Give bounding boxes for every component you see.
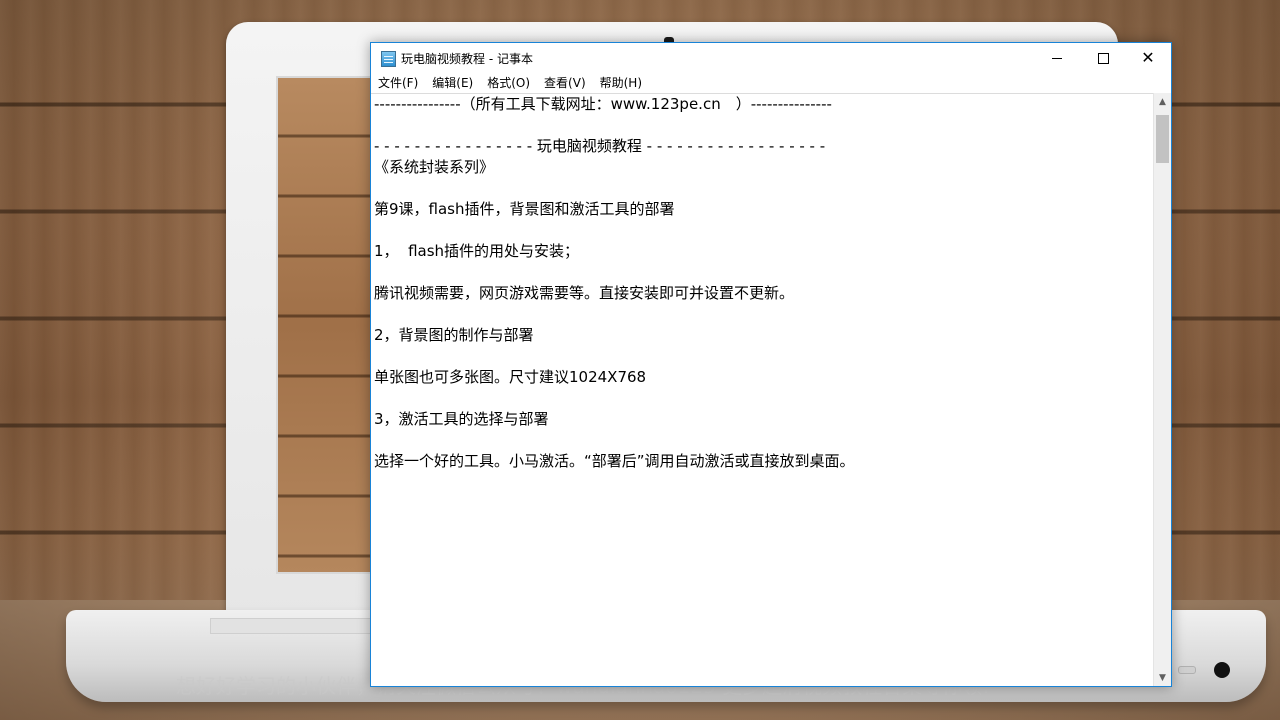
- editor-line: 2，背景图的制作与部署: [374, 326, 534, 344]
- window-title: 玩电脑视频教程 - 记事本: [401, 52, 533, 66]
- menu-file[interactable]: 文件(F): [371, 73, 425, 93]
- text-editor-area[interactable]: ----------------（所有工具下载网址：www.123pe.cn ）…: [371, 93, 1153, 686]
- menu-format[interactable]: 格式(O): [480, 73, 537, 93]
- indicator-led: [1178, 666, 1196, 674]
- scroll-up-arrow-icon[interactable]: ▲: [1154, 93, 1171, 110]
- editor-line: 单张图也可多张图。尺寸建议1024X768: [374, 368, 647, 386]
- editor-line: 1， flash插件的用处与安装；: [374, 242, 580, 260]
- editor-line: 《系统封装系列》: [374, 158, 495, 176]
- maximize-icon: [1097, 52, 1109, 64]
- keyboard-edge: [210, 618, 372, 634]
- vertical-scrollbar[interactable]: ▲ ▼: [1153, 93, 1171, 686]
- title-bar[interactable]: 玩电脑视频教程 - 记事本 ✕: [371, 43, 1171, 73]
- notepad-window: 玩电脑视频教程 - 记事本 ✕ 文件(F) 编辑(E) 格式(O) 查看(V) …: [370, 42, 1172, 687]
- notepad-app-icon[interactable]: [381, 51, 396, 67]
- close-icon: ✕: [1141, 48, 1155, 67]
- menu-view[interactable]: 查看(V): [537, 73, 593, 93]
- minimize-icon: [1052, 57, 1062, 59]
- scrollbar-thumb[interactable]: [1156, 115, 1169, 163]
- editor-line: ----------------（所有工具下载网址：www.123pe.cn ）…: [374, 95, 832, 113]
- editor-line: 3，激活工具的选择与部署: [374, 410, 549, 428]
- minimize-button[interactable]: [1034, 43, 1080, 73]
- menu-bar: 文件(F) 编辑(E) 格式(O) 查看(V) 帮助(H): [371, 73, 1171, 93]
- editor-line: 第9课，flash插件，背景图和激活工具的部署: [374, 200, 675, 218]
- maximize-button[interactable]: [1080, 43, 1126, 73]
- menu-edit[interactable]: 编辑(E): [425, 73, 480, 93]
- editor-line: 腾讯视频需要，网页游戏需要等。直接安装即可并设置不更新。: [374, 284, 795, 302]
- power-button-icon: [1214, 662, 1230, 678]
- menu-help[interactable]: 帮助(H): [593, 73, 649, 93]
- scroll-down-arrow-icon[interactable]: ▼: [1154, 669, 1171, 686]
- close-button[interactable]: ✕: [1125, 43, 1171, 73]
- editor-line: - - - - - - - - - - - - - - - - 玩电脑视频教程 …: [374, 137, 826, 155]
- editor-line: 选择一个好的工具。小马激活。“部署后”调用自动激活或直接放到桌面。: [374, 452, 855, 470]
